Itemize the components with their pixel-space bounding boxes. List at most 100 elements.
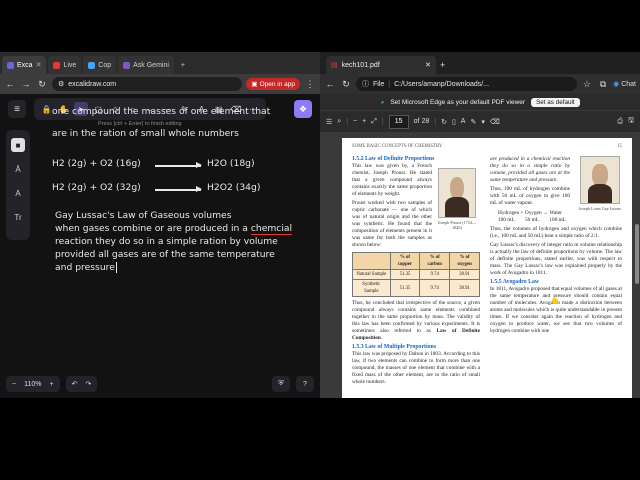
draw-icon[interactable]: ✎ xyxy=(470,118,476,126)
highlight-icon[interactable]: ▾ xyxy=(481,118,485,126)
fit-page-icon[interactable]: ⤢ xyxy=(371,118,377,126)
close-icon[interactable]: ✕ xyxy=(425,61,431,69)
help-icon[interactable]: ? xyxy=(296,376,314,392)
reload-icon[interactable]: ↻ xyxy=(340,78,352,90)
paragraph: Proust worked with two samples of cupric… xyxy=(352,200,432,248)
zoom-out-icon[interactable]: − xyxy=(353,118,357,125)
back-icon[interactable]: ← xyxy=(4,78,16,90)
font-family-icon[interactable]: A xyxy=(11,186,25,200)
table-header: % of copper xyxy=(389,252,421,270)
zoom-out-icon[interactable]: − xyxy=(12,381,16,388)
drawing-equation1-left[interactable]: H2 (2g) + O2 (16g) xyxy=(52,158,141,170)
portrait-caption: Joseph Proust (1754—1826) xyxy=(437,220,477,230)
portrait-caption: Joseph Louis Gay Lussac xyxy=(578,206,622,211)
file-label: File xyxy=(373,80,385,88)
zoom-in-icon[interactable]: + xyxy=(362,118,366,125)
page-view-icon[interactable]: ▯ xyxy=(452,118,456,126)
table-cell: 51.35 xyxy=(389,269,421,280)
tab-excalidraw[interactable]: Exca ✕ xyxy=(2,56,47,74)
divider: | xyxy=(346,118,349,125)
undo-icon[interactable]: ↶ xyxy=(72,380,78,388)
drawing-gay-lussac-line4[interactable]: and pressure xyxy=(55,262,120,274)
section-title: 1.5.2 Law of Definite Proportions xyxy=(352,156,435,162)
page-number: 15 xyxy=(617,144,622,149)
open-in-app-button[interactable]: ▣ Open in app xyxy=(246,78,300,90)
reload-icon[interactable]: ↻ xyxy=(36,78,48,90)
drawing-arrow-2[interactable] xyxy=(155,186,202,192)
drawing-gay-lussac-line2[interactable]: reaction they do so in a simple ration b… xyxy=(55,236,278,248)
page-total: of 28 xyxy=(413,118,430,125)
divider: | xyxy=(381,118,384,125)
contents-icon[interactable]: ☰ xyxy=(326,118,332,126)
favorites-icon[interactable]: ☆ xyxy=(581,78,593,90)
pdf-page: SOME BASIC CONCEPTS OF CHEMISTRY 15 1.5.… xyxy=(342,138,632,398)
zoom-in-icon[interactable]: + xyxy=(49,381,53,388)
drawing-equation2-left[interactable]: H2 (2g) + O2 (32g) xyxy=(52,182,141,194)
back-icon[interactable]: ← xyxy=(324,78,336,90)
stroke-color-icon[interactable]: ■ xyxy=(11,138,25,152)
new-tab-button[interactable]: + xyxy=(440,56,445,74)
app-icon: ▣ xyxy=(251,81,258,88)
copilot-chat-button[interactable]: ◉ Chat xyxy=(613,80,636,89)
drawing-arrow-1[interactable] xyxy=(155,162,202,168)
page-number-input[interactable]: 15 xyxy=(388,114,409,129)
tab-gemini[interactable]: Ask Gemini xyxy=(118,56,174,74)
save-icon[interactable]: 🖫 xyxy=(628,116,634,127)
excalidraw-canvas[interactable]: ≡ 🔒 ✋ ➤ ▢ ◇ ○ → — ✎ A ▤ ⌫ ⋯ Press [ctrl … xyxy=(0,94,320,398)
redo-icon[interactable]: ↷ xyxy=(85,380,91,388)
page-header: SOME BASIC CONCEPTS OF CHEMISTRY 15 xyxy=(352,144,622,149)
erase-icon[interactable]: ⌫ xyxy=(490,118,500,126)
drawing-equation1-right[interactable]: H2O (18g) xyxy=(207,158,255,170)
search-icon[interactable]: ⌕ xyxy=(337,118,341,126)
url-bar[interactable]: ⚙ excalidraw.com xyxy=(52,77,243,91)
mouse-cursor-highlight xyxy=(552,298,558,304)
reaction-equation: Hydrogen + Oxygen → Water xyxy=(498,210,562,216)
table-row: Natural Sample 51.35 9.74 38.91 xyxy=(352,269,480,280)
library-icon[interactable]: ❖ xyxy=(294,100,312,118)
right-browser-window: ▤ kech101.pdf ✕ + ← ↻ ⓘ File | C:/Users/… xyxy=(320,52,640,398)
text-align-icon[interactable]: Tr xyxy=(11,210,25,224)
close-icon[interactable]: ✕ xyxy=(36,61,42,69)
more-menu-icon[interactable]: ⋮ xyxy=(304,78,316,90)
main-menu-icon[interactable]: ≡ xyxy=(8,100,26,118)
section-title: 1.5.5 Avogadro Law xyxy=(490,279,540,285)
collections-icon[interactable]: ⧉ xyxy=(597,78,609,90)
paragraph: Thus, he concluded that irrespective of … xyxy=(352,300,481,341)
rotate-icon[interactable]: ↻ xyxy=(441,118,447,126)
drawing-gay-lussac-line3[interactable]: provided all gases are of the same tempe… xyxy=(55,249,275,261)
paragraph: Thus, 100 mL of hydrogen combine with 50… xyxy=(490,186,570,206)
new-tab-button[interactable]: + xyxy=(176,56,190,74)
tab-live[interactable]: Live xyxy=(48,56,82,74)
url-bar[interactable]: ⓘ File | C:/Users/amanp/Downloads/... xyxy=(356,77,578,91)
tab-label: Ask Gemini xyxy=(133,61,169,69)
url-text: excalidraw.com xyxy=(68,80,117,88)
tab-copilot[interactable]: Cop xyxy=(83,56,117,74)
site-info-icon[interactable]: ⚙ xyxy=(58,80,64,88)
shield-icon[interactable]: ⛨ xyxy=(272,376,290,392)
drawing-text-line2[interactable]: are in the ration of small whole numbers xyxy=(52,128,239,140)
info-icon[interactable]: ⓘ xyxy=(362,79,369,89)
zoom-controls: − 110% + ↶ ↷ xyxy=(6,376,98,392)
reaction-volumes: 100 mL 50 mL 100 mL xyxy=(498,217,567,223)
table-cell: 9.74 xyxy=(419,269,451,280)
tab-pdf[interactable]: ▤ kech101.pdf ✕ xyxy=(326,56,436,74)
drawing-equation2-right[interactable]: H2O2 (34g) xyxy=(207,182,260,194)
forward-icon[interactable]: → xyxy=(20,78,32,90)
gemini-favicon-icon xyxy=(123,61,131,69)
font-size-icon[interactable]: Ā xyxy=(11,162,25,176)
drawing-gay-lussac-line1[interactable]: when gases combine or are produced in a … xyxy=(55,223,293,235)
print-icon[interactable]: ⎙ xyxy=(617,118,623,126)
pdf-scrollbar[interactable] xyxy=(635,134,639,396)
read-aloud-icon[interactable]: A xyxy=(461,118,466,125)
table-cell: Natural Sample xyxy=(352,269,391,280)
right-address-bar: ← ↻ ⓘ File | C:/Users/amanp/Downloads/..… xyxy=(320,74,640,94)
set-as-default-button[interactable]: Set as default xyxy=(531,97,580,107)
proust-portrait xyxy=(438,168,476,218)
drawing-text-line1[interactable]: one compound the masses of one element t… xyxy=(52,106,270,118)
zoom-level[interactable]: 110% xyxy=(24,381,41,388)
copilot-favicon-icon xyxy=(88,61,96,69)
drawing-gay-lussac-title[interactable]: Gay Lussac's Law of Gaseous volumes xyxy=(55,210,232,222)
pdf-viewer[interactable]: SOME BASIC CONCEPTS OF CHEMISTRY 15 1.5.… xyxy=(320,132,640,398)
default-pdf-banner: ◕ Set Microsoft Edge as your default PDF… xyxy=(320,94,640,110)
scrollbar-thumb[interactable] xyxy=(635,224,639,284)
